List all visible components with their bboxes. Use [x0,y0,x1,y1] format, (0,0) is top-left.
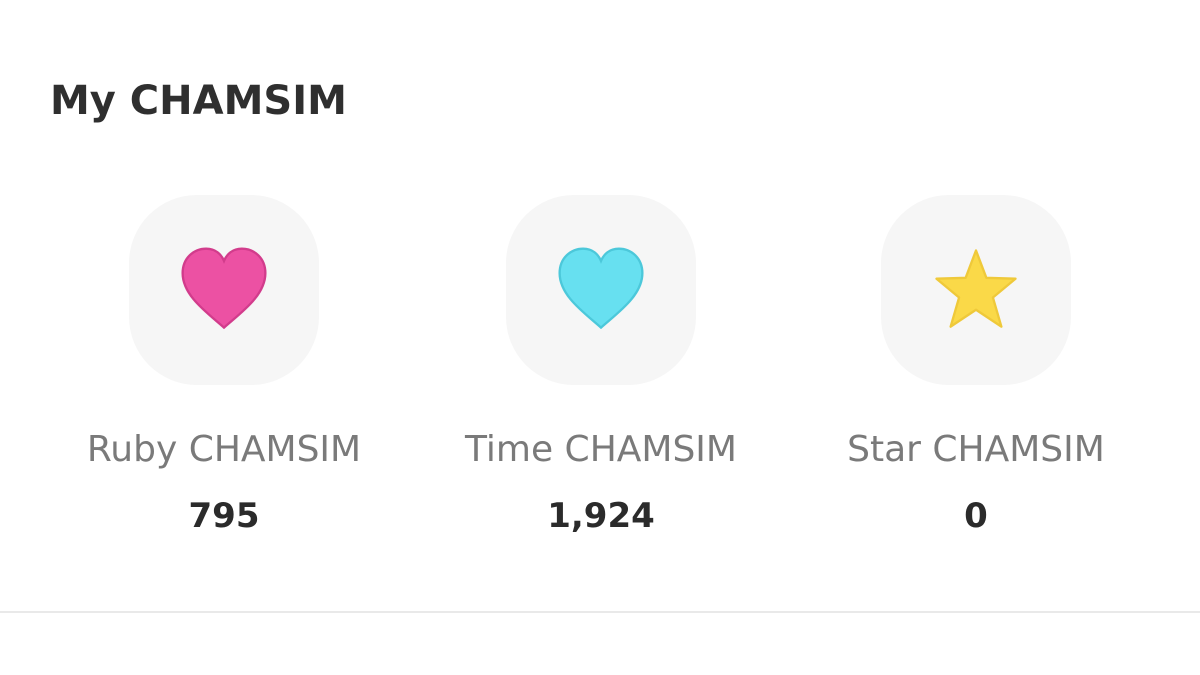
time-chamsim-value: 1,924 [547,496,655,536]
star-chamsim-item[interactable]: Star CHAMSIM 0 [786,195,1166,555]
ruby-chamsim-item[interactable]: Ruby CHAMSIM 795 [34,195,414,555]
section-title: My CHAMSIM [50,78,347,124]
star-icon [935,249,1017,328]
heart-icon [558,247,644,330]
heart-icon [181,247,267,330]
time-chamsim-label: Time CHAMSIM [465,429,737,470]
ruby-chamsim-label: Ruby CHAMSIM [86,429,362,470]
my-chamsim-panel: My CHAMSIM Ruby CHAMSIM 795 Time CHAMSIM… [0,0,1200,675]
section-divider [0,611,1200,613]
time-icon-box [506,195,696,385]
star-chamsim-label: Star CHAMSIM [847,429,1105,470]
ruby-chamsim-value: 795 [188,496,260,536]
time-chamsim-item[interactable]: Time CHAMSIM 1,924 [411,195,791,555]
ruby-icon-box [129,195,319,385]
star-chamsim-value: 0 [964,496,988,536]
star-icon-box [881,195,1071,385]
